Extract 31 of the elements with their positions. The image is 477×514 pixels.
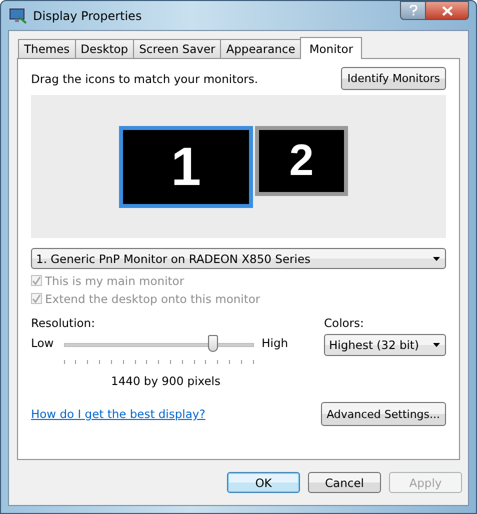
dropdown-arrow-icon	[433, 256, 440, 260]
window-title: Display Properties	[33, 8, 142, 22]
dropdown-arrow-icon	[433, 343, 440, 347]
monitor-dropdown[interactable]: 1. Generic PnP Monitor on RADEON X850 Series	[31, 248, 446, 269]
tab[interactable]: Appearance	[220, 39, 302, 58]
identify-monitors-button[interactable]: Identify Monitors	[341, 67, 446, 90]
slider-thumb[interactable]	[208, 335, 218, 352]
tab[interactable]: Monitor	[300, 37, 362, 59]
help-button[interactable]	[400, 1, 426, 20]
advanced-settings-button[interactable]: Advanced Settings...	[320, 402, 446, 426]
help-icon	[408, 5, 418, 16]
close-icon	[442, 6, 452, 16]
close-button[interactable]	[426, 1, 469, 20]
colors-dropdown[interactable]: Highest (32 bit)	[324, 334, 446, 356]
instruction-text: Drag the icons to match your monitors.	[31, 72, 258, 86]
high-label: High	[262, 336, 288, 350]
low-label: Low	[31, 336, 54, 350]
tab[interactable]: Desktop	[74, 39, 134, 58]
tab[interactable]: Screen Saver	[133, 39, 222, 58]
help-link[interactable]: How do I get the best display?	[31, 407, 206, 421]
tab[interactable]: Themes	[18, 39, 76, 58]
dialog-button[interactable]: OK	[227, 472, 300, 493]
monitor-icon	[9, 8, 27, 24]
colors-label: Colors:	[324, 316, 365, 330]
monitor-tile[interactable]: 2	[255, 126, 348, 196]
checkbox-label: This is my main monitor	[45, 274, 184, 288]
dialog-button[interactable]: Cancel	[308, 472, 381, 493]
checkbox-label: Extend the desktop onto this monitor	[45, 292, 260, 306]
monitor-tile[interactable]: 1	[119, 126, 253, 208]
resolution-label: Resolution:	[31, 316, 96, 330]
resolution-value: 1440 by 900 pixels	[111, 374, 222, 388]
